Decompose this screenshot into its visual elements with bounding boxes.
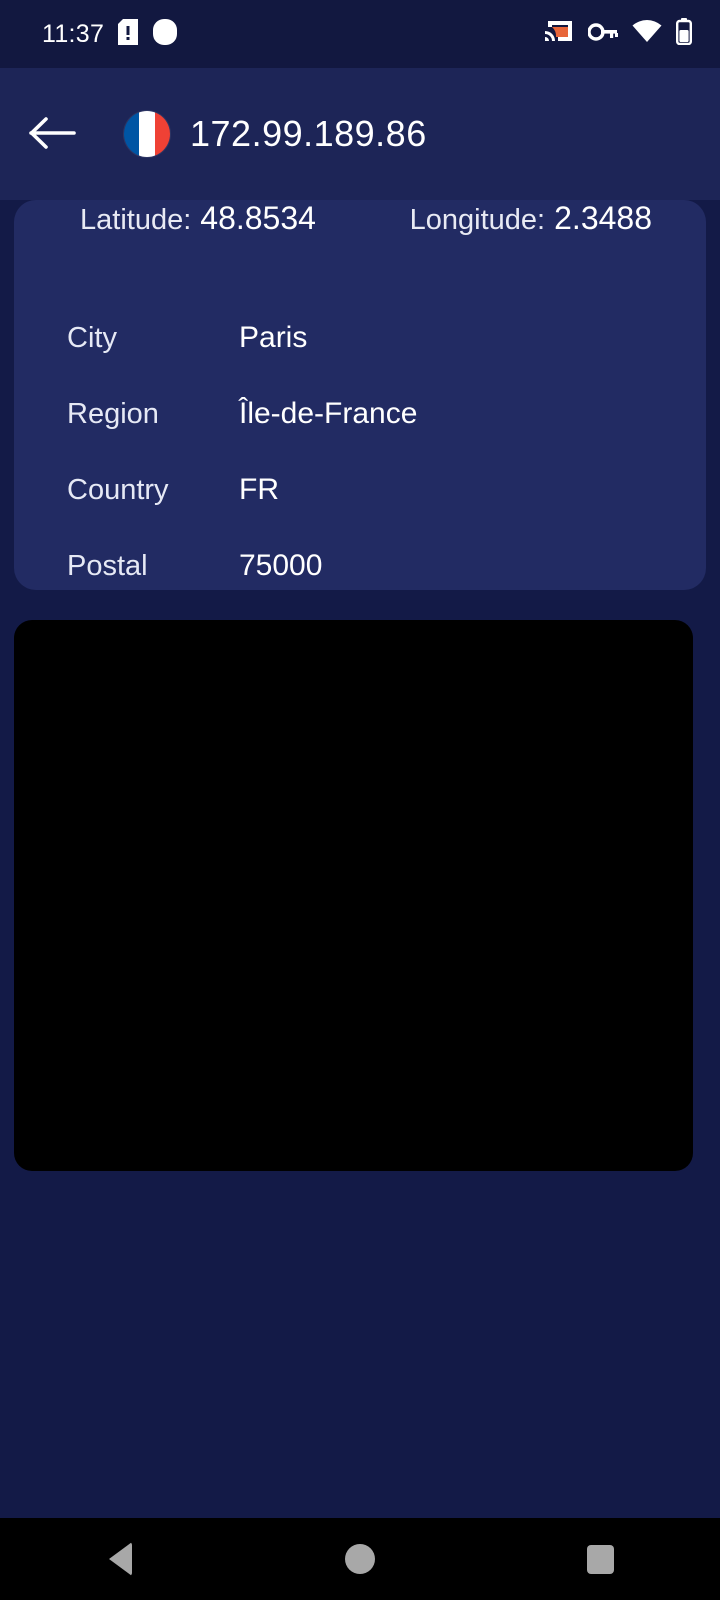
postal-value: 75000 (239, 549, 323, 582)
page-title: 172.99.189.86 (190, 113, 427, 154)
latitude-label: Latitude: (80, 204, 192, 236)
country-value: FR (239, 473, 279, 506)
region-label: Region (67, 397, 159, 430)
status-bar-left: 11:37 (42, 18, 178, 51)
cast-icon (544, 19, 574, 50)
country-label: Country (67, 473, 169, 506)
notification-dot-icon (152, 18, 178, 51)
battery-icon (676, 18, 693, 50)
region-value: Île-de-France (239, 397, 418, 430)
back-button[interactable] (24, 106, 80, 162)
home-circle-icon (345, 1544, 375, 1574)
recents-square-icon (586, 1544, 614, 1574)
android-navigation-bar (0, 1518, 720, 1600)
table-row: Region Île-de-France (67, 376, 706, 452)
map-view[interactable] (14, 620, 693, 1171)
longitude-value: 2.3488 (554, 200, 652, 236)
table-row: Postal 75000 (67, 528, 706, 604)
vpn-key-icon (587, 22, 618, 46)
ip-info-card: Latitude: 48.8534 Longitude: 2.3488 City… (14, 200, 706, 590)
sim-card-alert-icon (118, 18, 139, 50)
longitude-label: Longitude: (409, 204, 546, 236)
status-time: 11:37 (42, 19, 105, 48)
latitude-value: 48.8534 (200, 200, 316, 236)
nav-home-button[interactable] (305, 1518, 415, 1600)
latitude-block: Latitude: 48.8534 (80, 200, 316, 237)
postal-label: Postal (67, 549, 148, 582)
table-row: City Paris (67, 300, 706, 376)
back-arrow-icon (28, 115, 76, 154)
longitude-block: Longitude: 2.3488 (410, 200, 652, 237)
back-triangle-icon (108, 1542, 132, 1576)
detail-rows: City Paris Region Île-de-France Country … (14, 300, 706, 604)
status-bar-right (544, 18, 693, 50)
wifi-icon (632, 20, 662, 48)
city-label: City (67, 321, 117, 354)
city-value: Paris (239, 321, 308, 354)
app-header: 172.99.189.86 (0, 68, 720, 200)
nav-back-button[interactable] (65, 1518, 175, 1600)
table-row: Country FR (67, 452, 706, 528)
coordinates-row: Latitude: 48.8534 Longitude: 2.3488 (14, 200, 706, 300)
nav-recents-button[interactable] (545, 1518, 655, 1600)
country-flag-icon (124, 111, 170, 157)
status-bar: 11:37 (0, 0, 720, 68)
